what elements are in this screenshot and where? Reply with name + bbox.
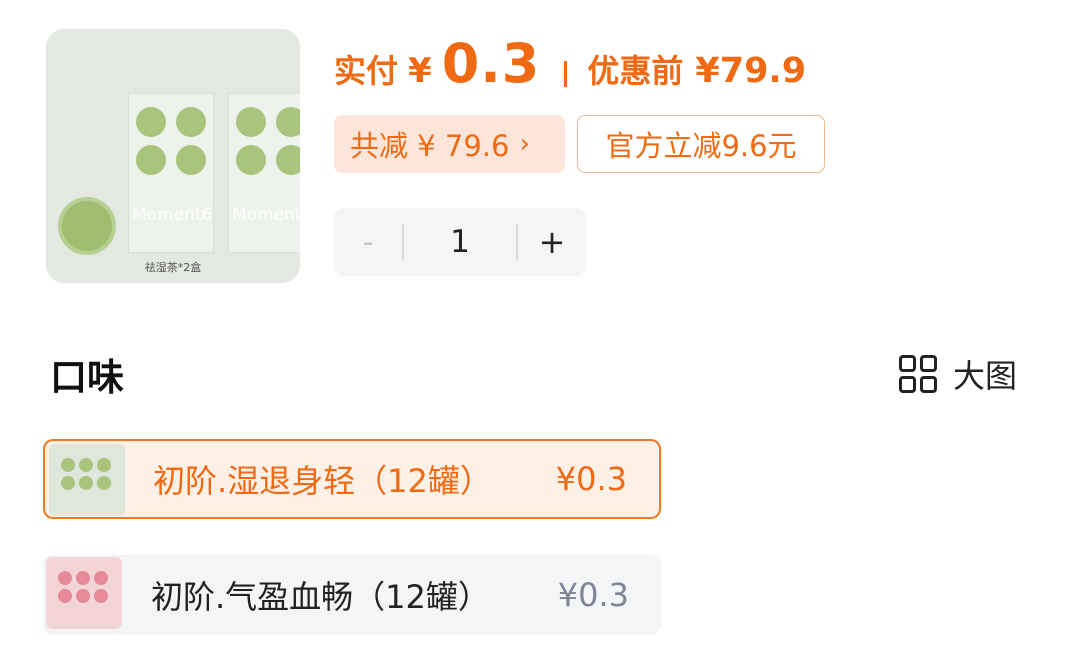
chevron-right-icon: ›: [519, 129, 530, 159]
product-caption: 祛湿茶*2盒: [144, 261, 202, 274]
brand-text: Moment6: [132, 205, 213, 225]
can-lid: [236, 145, 266, 175]
quantity-stepper: - 1 +: [334, 208, 586, 276]
total-discount-badge[interactable]: 共减 ¥ 79.6 ›: [334, 115, 565, 173]
can-lid: [176, 145, 206, 175]
price-separator: [564, 61, 568, 87]
decrease-button[interactable]: -: [334, 208, 402, 276]
can-lid: [136, 145, 166, 175]
flavor-option[interactable]: 初阶.气盈血畅（12罐） ¥0.3: [43, 555, 661, 635]
flavor-thumbnail: [49, 444, 125, 516]
pay-label: 实付: [334, 52, 399, 90]
quantity-value[interactable]: 1: [404, 208, 516, 276]
flavor-option-price: ¥0.3: [557, 576, 629, 614]
big-view-label: 大图: [953, 357, 1018, 395]
before-discount-label: 优惠前: [587, 52, 684, 90]
can-lid: [276, 145, 300, 175]
flavor-option-price: ¥0.3: [555, 460, 627, 498]
flavor-section-title: 口味: [50, 356, 124, 399]
before-discount-value: ¥79.9: [695, 51, 807, 91]
can-lid: [136, 107, 166, 137]
big-view-toggle[interactable]: 大图: [899, 351, 1017, 397]
tea-can: [58, 197, 116, 255]
brand-text: Moment6: [232, 205, 300, 225]
official-discount-badge: 官方立减9.6元: [577, 115, 825, 173]
flavor-thumbnail: [46, 557, 122, 629]
can-lid: [236, 107, 266, 137]
flavor-option-name: 初阶.气盈血畅（12罐）: [151, 578, 490, 616]
price-row: 实付 ¥ 0.3 优惠前 ¥79.9: [334, 32, 806, 102]
total-discount-label: 共减 ¥ 79.6: [350, 129, 510, 163]
pay-value: 0.3: [441, 32, 541, 95]
pay-currency: ¥: [408, 51, 432, 91]
official-discount-label: 官方立减9.6元: [605, 129, 797, 163]
can-lid: [176, 107, 206, 137]
flavor-option-name: 初阶.湿退身轻（12罐）: [153, 462, 492, 500]
can-lid: [276, 107, 300, 137]
grid-icon: [899, 355, 937, 393]
increase-button[interactable]: +: [518, 208, 586, 276]
flavor-option-selected[interactable]: 初阶.湿退身轻（12罐） ¥0.3: [43, 439, 661, 519]
product-image[interactable]: Moment6 Moment6 祛湿茶*2盒: [46, 29, 300, 283]
